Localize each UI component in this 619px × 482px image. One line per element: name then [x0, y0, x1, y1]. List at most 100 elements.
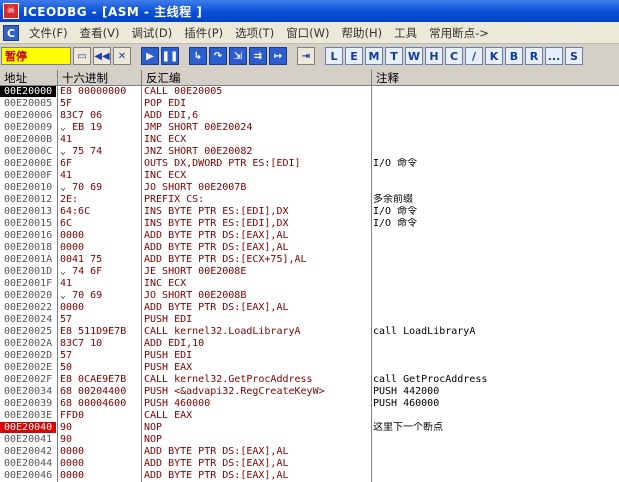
letter-button-e[interactable]: E — [345, 47, 363, 65]
address-cell: 00E20015 — [4, 218, 53, 229]
table-row[interactable]: 00E20025 E8 511D9E7B CALL kernel32.LoadLib… — [0, 326, 619, 337]
table-row[interactable]: 00E20018 0000 ADD BYTE PTR DS:[EAX],AL — [0, 242, 619, 253]
hex-cell: 0000 — [60, 458, 85, 469]
comment-cell — [372, 170, 619, 181]
header-disassembly[interactable]: 反汇编 — [142, 70, 372, 86]
letter-button-ellipsis[interactable]: ... — [545, 47, 563, 65]
menu-debug[interactable]: 调试(D) — [125, 25, 178, 41]
trace-over-icon[interactable]: ⇉ — [249, 47, 267, 65]
mdi-child-icon[interactable]: C — [3, 24, 19, 41]
address-cell: 00E2001A — [4, 254, 53, 265]
address-cell: 00E20013 — [4, 206, 53, 217]
header-address[interactable]: 地址 — [0, 70, 58, 86]
menu-help[interactable]: 帮助(H) — [336, 25, 389, 41]
comment-cell — [372, 182, 619, 193]
letter-button-m[interactable]: M — [365, 47, 383, 65]
address-cell: 00E2001F — [4, 278, 53, 289]
address-cell: 00E20006 — [4, 110, 53, 121]
table-row[interactable]: 00E2001D ⌄ 74 6F JE SHORT 00E2008E — [0, 266, 619, 277]
table-row[interactable]: 00E20016 0000 ADD BYTE PTR DS:[EAX],AL — [0, 230, 619, 241]
address-cell: 00E20041 — [4, 434, 53, 445]
disassembly-cell: ADD BYTE PTR DS:[EAX],AL — [144, 470, 289, 481]
table-row[interactable]: 00E20039 68 00004600 PUSH 460000 PUSH 46000… — [0, 398, 619, 409]
table-row[interactable]: 00E2000F 41 INC ECX — [0, 170, 619, 181]
menu-tools[interactable]: 工具 — [388, 25, 423, 41]
table-row[interactable]: 00E20015 6C INS BYTE PTR ES:[EDI],DX I/O 命令 — [0, 218, 619, 229]
address-cell: 00E2000B — [4, 134, 53, 145]
table-row[interactable]: 00E20022 0000 ADD BYTE PTR DS:[EAX],AL — [0, 302, 619, 313]
table-row[interactable]: 00E20013 64:6C INS BYTE PTR ES:[EDI],DX I/O… — [0, 206, 619, 217]
table-row[interactable]: 00E20034 68 00204400 PUSH <&advapi32.RegCr… — [0, 386, 619, 397]
window-title: ICEODBG - [ASM - 主线程 ] — [23, 4, 203, 19]
letter-button-c[interactable]: C — [445, 47, 463, 65]
letter-button-h[interactable]: H — [425, 47, 443, 65]
table-row[interactable]: 00E20006 83C7 06 ADD EDI,6 — [0, 110, 619, 121]
header-comment[interactable]: 注释 — [372, 70, 619, 86]
menu-plugins[interactable]: 插件(P) — [178, 25, 229, 41]
comment-cell — [372, 230, 619, 241]
disassembly-cell: ADD BYTE PTR DS:[EAX],AL — [144, 230, 289, 241]
letter-button-w[interactable]: W — [405, 47, 423, 65]
table-row[interactable]: 00E20009 ⌄ EB 19 JMP SHORT 00E20024 — [0, 122, 619, 133]
table-row[interactable]: 00E20010 ⌄ 70 69 JO SHORT 00E2007B — [0, 182, 619, 193]
disassembly-pane[interactable]: 00E20000 E8 00000000 CALL 00E20005 00E20005… — [0, 86, 619, 482]
comment-cell — [372, 470, 619, 481]
letter-button-r[interactable]: R — [525, 47, 543, 65]
address-cell: 00E2000C — [4, 146, 53, 157]
menu-window[interactable]: 窗口(W) — [280, 25, 335, 41]
letter-button-slash[interactable]: / — [465, 47, 483, 65]
comment-cell — [372, 362, 619, 373]
table-row[interactable]: 00E20020 ⌄ 70 69 JO SHORT 00E2008B — [0, 290, 619, 301]
table-row[interactable]: 00E2002E 50 PUSH EAX — [0, 362, 619, 373]
rewind-icon[interactable]: ◀◀ — [93, 47, 111, 65]
table-row[interactable]: 00E2002F E8 0CAE9E7B CALL kernel32.GetProc… — [0, 374, 619, 385]
run-icon[interactable]: ▶ — [141, 47, 159, 65]
menu-file[interactable]: 文件(F) — [23, 25, 74, 41]
hex-cell: ⌄ 74 6F — [58, 266, 140, 277]
step-into-icon[interactable]: ↳ — [189, 47, 207, 65]
table-row[interactable]: 00E20005 5F POP EDI — [0, 98, 619, 109]
open-icon[interactable]: ▭ — [73, 47, 91, 65]
table-row[interactable]: 00E20012 2E: PREFIX CS: 多余前缀 — [0, 194, 619, 205]
table-row[interactable]: 00E2000B 41 INC ECX — [0, 134, 619, 145]
letter-button-t[interactable]: T — [385, 47, 403, 65]
letter-button-k[interactable]: K — [485, 47, 503, 65]
table-row[interactable]: 00E20042 0000 ADD BYTE PTR DS:[EAX],AL — [0, 446, 619, 457]
address-cell: 00E20046 — [4, 470, 53, 481]
hex-cell: 57 — [60, 350, 73, 361]
hex-cell: 68 00004600 — [60, 398, 127, 409]
table-row[interactable]: 00E20040 90 NOP 这里下一个断点 — [0, 422, 619, 433]
table-row[interactable]: 00E2000E 6F OUTS DX,DWORD PTR ES:[EDI] I/O … — [0, 158, 619, 169]
menu-view[interactable]: 查看(V) — [74, 25, 126, 41]
goto-icon[interactable]: ⇥ — [297, 47, 315, 65]
table-row[interactable]: 00E20000 E8 00000000 CALL 00E20005 — [0, 86, 619, 97]
execute-till-return-icon[interactable]: ↦ — [269, 47, 287, 65]
comment-cell — [372, 314, 619, 325]
letter-button-s[interactable]: S — [565, 47, 583, 65]
address-cell: 00E20016 — [4, 230, 53, 241]
table-row[interactable]: 00E2001A 0041 75 ADD BYTE PTR DS:[ECX+75],… — [0, 254, 619, 265]
table-row[interactable]: 00E2002A 83C7 10 ADD EDI,10 — [0, 338, 619, 349]
table-row[interactable]: 00E20041 90 NOP — [0, 434, 619, 445]
address-cell: 00E20024 — [4, 314, 53, 325]
trace-into-icon[interactable]: ⇲ — [229, 47, 247, 65]
table-row[interactable]: 00E2002D 57 PUSH EDI — [0, 350, 619, 361]
toolbar: 暂停 ▭ ◀◀ ✕ ▶ ❚❚ ↳ ↷ ⇲ ⇉ ↦ ⇥ L E M T W H C… — [0, 44, 619, 68]
comment-cell — [372, 122, 619, 133]
step-over-icon[interactable]: ↷ — [209, 47, 227, 65]
header-hex[interactable]: 十六进制 — [58, 70, 142, 86]
close-icon[interactable]: ✕ — [113, 47, 131, 65]
table-row[interactable]: 00E20024 57 PUSH EDI — [0, 314, 619, 325]
letter-button-b[interactable]: B — [505, 47, 523, 65]
menu-common-breakpoints[interactable]: 常用断点-> — [423, 25, 495, 41]
table-row[interactable]: 00E20044 0000 ADD BYTE PTR DS:[EAX],AL — [0, 458, 619, 469]
pause-icon[interactable]: ❚❚ — [161, 47, 179, 65]
table-row[interactable]: 00E2003E FFD0 CALL EAX — [0, 410, 619, 421]
comment-cell: I/O 命令 — [373, 158, 418, 169]
menu-options[interactable]: 选项(T) — [229, 25, 280, 41]
hex-bytes: 75 74 — [72, 146, 103, 157]
table-row[interactable]: 00E2000C ⌄ 75 74 JNZ SHORT 00E20082 — [0, 146, 619, 157]
table-row[interactable]: 00E2001F 41 INC ECX — [0, 278, 619, 289]
letter-button-l[interactable]: L — [325, 47, 343, 65]
table-row[interactable]: 00E20046 0000 ADD BYTE PTR DS:[EAX],AL — [0, 470, 619, 481]
